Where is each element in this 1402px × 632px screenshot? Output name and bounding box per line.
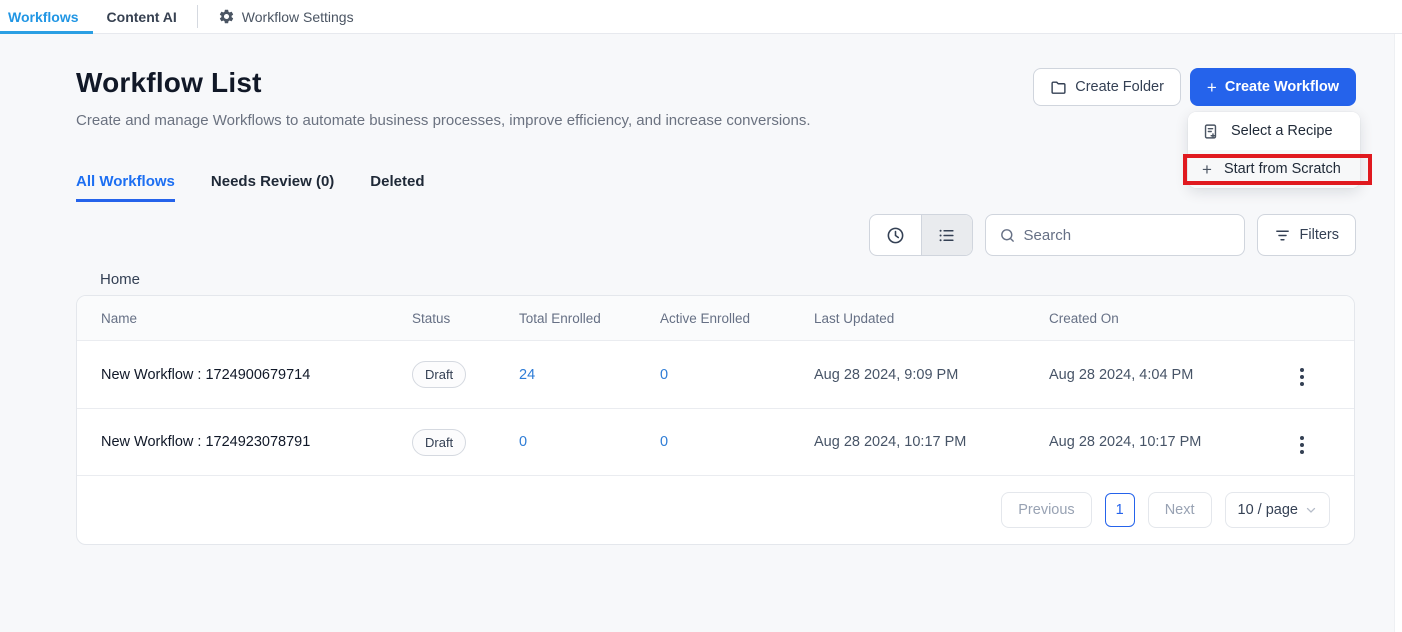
- page-title: Workflow List: [76, 67, 811, 99]
- status-cell: Draft: [412, 429, 519, 456]
- workflow-name-link[interactable]: New Workflow : 1724923078791: [101, 434, 412, 450]
- row-actions-cell: [1259, 427, 1354, 458]
- search-icon: [999, 227, 1016, 244]
- nav-workflows-label: Workflows: [8, 9, 79, 25]
- last-updated-value: Aug 28 2024, 10:17 PM: [814, 434, 1049, 450]
- table-row: New Workflow : 1724900679714 Draft 24 0 …: [77, 341, 1354, 408]
- table-row: New Workflow : 1724923078791 Draft 0 0 A…: [77, 408, 1354, 475]
- last-updated-value: Aug 28 2024, 9:09 PM: [814, 367, 1049, 383]
- gear-icon: [218, 8, 235, 25]
- nav-tab-content-ai[interactable]: Content AI: [93, 0, 191, 33]
- tab-needs-review[interactable]: Needs Review (0): [211, 173, 334, 202]
- tab-all-workflows[interactable]: All Workflows: [76, 173, 175, 202]
- filters-label: Filters: [1300, 227, 1339, 243]
- nav-tab-workflows[interactable]: Workflows: [0, 0, 93, 33]
- create-workflow-button[interactable]: + Create Workflow: [1190, 68, 1356, 106]
- plus-icon: +: [1207, 79, 1217, 96]
- view-toggle-group: [869, 214, 973, 256]
- kebab-menu-icon[interactable]: [1296, 364, 1308, 390]
- list-view-button[interactable]: [921, 215, 972, 255]
- page-description: Create and manage Workflows to automate …: [76, 109, 811, 133]
- column-header-active-enrolled: Active Enrolled: [660, 311, 814, 326]
- page-size-select[interactable]: 10 / page: [1225, 492, 1330, 528]
- menu-item-start-from-scratch[interactable]: + Start from Scratch: [1188, 150, 1360, 188]
- create-workflow-menu: Select a Recipe + Start from Scratch: [1188, 112, 1360, 188]
- workflow-table-card: Name Status Total Enrolled Active Enroll…: [76, 295, 1355, 545]
- created-on-value: Aug 28 2024, 10:17 PM: [1049, 434, 1259, 450]
- clock-icon: [886, 226, 905, 245]
- folder-icon: [1050, 79, 1067, 96]
- menu-item-label: Select a Recipe: [1231, 123, 1333, 139]
- search-input[interactable]: [1024, 227, 1231, 244]
- nav-workflow-settings-label: Workflow Settings: [242, 9, 354, 25]
- nav-tab-workflow-settings[interactable]: Workflow Settings: [204, 0, 368, 33]
- kebab-menu-icon[interactable]: [1296, 432, 1308, 458]
- recipe-icon: [1202, 123, 1219, 140]
- active-enrolled-link[interactable]: 0: [660, 434, 814, 450]
- create-workflow-label: Create Workflow: [1225, 79, 1339, 95]
- table-header-row: Name Status Total Enrolled Active Enroll…: [77, 296, 1354, 341]
- menu-item-select-a-recipe[interactable]: Select a Recipe: [1188, 112, 1360, 150]
- page-size-label: 10 / page: [1238, 502, 1298, 518]
- row-actions-cell: [1259, 359, 1354, 390]
- column-header-total-enrolled: Total Enrolled: [519, 311, 660, 326]
- status-badge: Draft: [412, 361, 466, 388]
- column-header-created-on: Created On: [1049, 311, 1259, 326]
- nav-divider: [197, 5, 198, 28]
- page-header-text: Workflow List Create and manage Workflow…: [76, 67, 811, 133]
- history-view-button[interactable]: [870, 215, 921, 255]
- list-toolbar: Filters: [0, 214, 1356, 256]
- create-folder-button[interactable]: Create Folder: [1033, 68, 1181, 106]
- next-page-button[interactable]: Next: [1148, 492, 1212, 528]
- filters-button[interactable]: Filters: [1257, 214, 1356, 256]
- header-actions: Create Folder + Create Workflow: [1033, 68, 1356, 106]
- previous-page-button[interactable]: Previous: [1001, 492, 1091, 528]
- chevron-down-icon: [1305, 504, 1317, 516]
- search-box: [985, 214, 1245, 256]
- created-on-value: Aug 28 2024, 4:04 PM: [1049, 367, 1259, 383]
- column-header-name: Name: [101, 311, 412, 326]
- pagination: Previous 1 Next 10 / page: [77, 475, 1354, 544]
- menu-item-label: Start from Scratch: [1224, 161, 1341, 177]
- status-cell: Draft: [412, 361, 519, 388]
- workflow-name-link[interactable]: New Workflow : 1724900679714: [101, 367, 412, 383]
- top-nav: Workflows Content AI Workflow Settings: [0, 0, 1402, 34]
- scrollbar-track[interactable]: [1394, 34, 1402, 632]
- filter-icon: [1274, 227, 1291, 244]
- plus-icon: +: [1202, 161, 1212, 178]
- create-folder-label: Create Folder: [1075, 79, 1164, 95]
- column-header-last-updated: Last Updated: [814, 311, 1049, 326]
- page-number-button[interactable]: 1: [1105, 493, 1135, 527]
- tab-deleted[interactable]: Deleted: [370, 173, 424, 202]
- nav-content-ai-label: Content AI: [107, 9, 177, 25]
- breadcrumb[interactable]: Home: [100, 271, 1402, 288]
- active-enrolled-link[interactable]: 0: [660, 367, 814, 383]
- status-badge: Draft: [412, 429, 466, 456]
- total-enrolled-link[interactable]: 24: [519, 367, 660, 383]
- column-header-status: Status: [412, 311, 519, 326]
- list-icon: [937, 226, 956, 245]
- total-enrolled-link[interactable]: 0: [519, 434, 660, 450]
